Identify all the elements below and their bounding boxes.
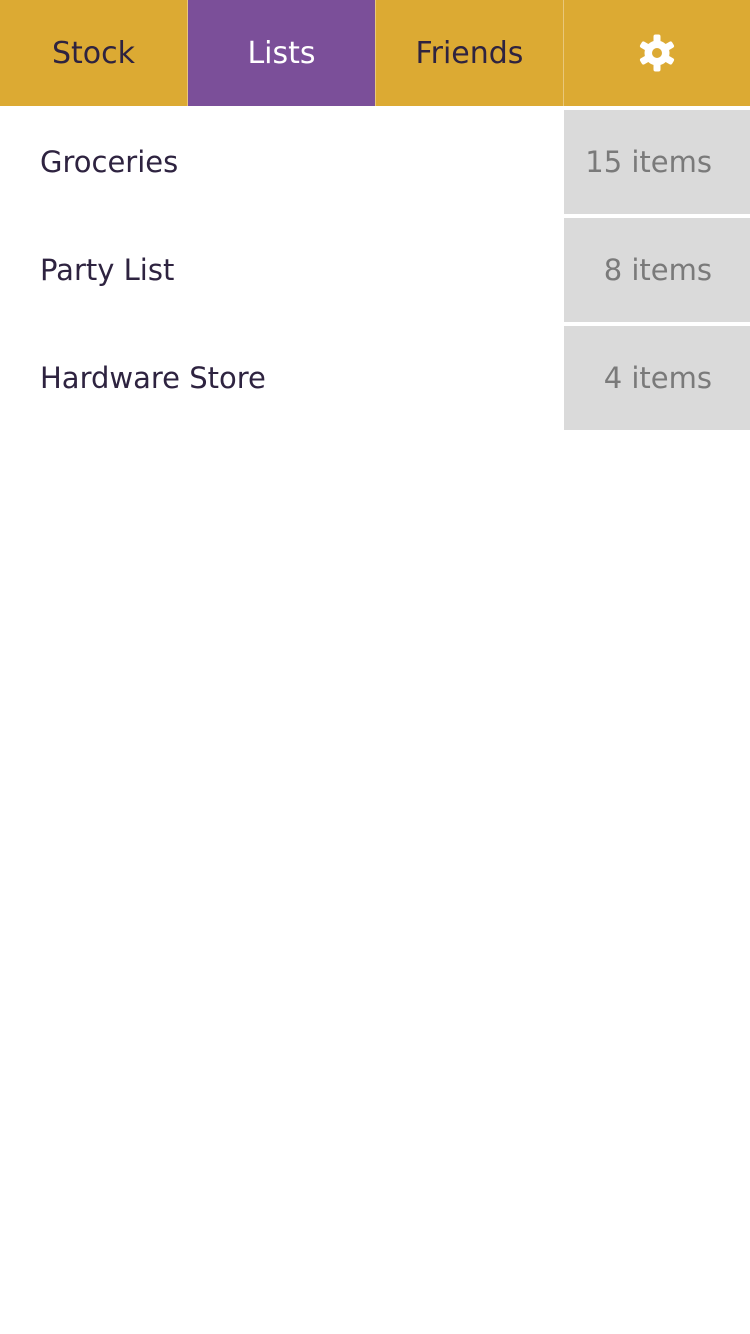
list-item-count: 8 items (564, 218, 750, 322)
tab-stock[interactable]: Stock (0, 0, 188, 106)
list-item-name: Party List (40, 253, 175, 287)
settings-button[interactable] (564, 0, 750, 106)
shopping-lists: Groceries 15 items Party List 8 items Ha… (0, 110, 750, 434)
tab-friends-label: Friends (415, 35, 524, 71)
tab-lists[interactable]: Lists (188, 0, 376, 106)
list-item-hardware-store[interactable]: Hardware Store 4 items (0, 326, 750, 430)
list-item-name: Hardware Store (40, 361, 266, 395)
list-item-name: Groceries (40, 145, 179, 179)
top-tab-bar: Stock Lists Friends (0, 0, 750, 106)
tab-friends[interactable]: Friends (376, 0, 564, 106)
gear-icon (639, 34, 675, 72)
list-item-party-list[interactable]: Party List 8 items (0, 218, 750, 322)
tab-lists-label: Lists (247, 35, 316, 71)
list-item-count: 4 items (564, 326, 750, 430)
list-item-count: 15 items (564, 110, 750, 214)
tab-stock-label: Stock (51, 35, 136, 71)
list-item-groceries[interactable]: Groceries 15 items (0, 110, 750, 214)
